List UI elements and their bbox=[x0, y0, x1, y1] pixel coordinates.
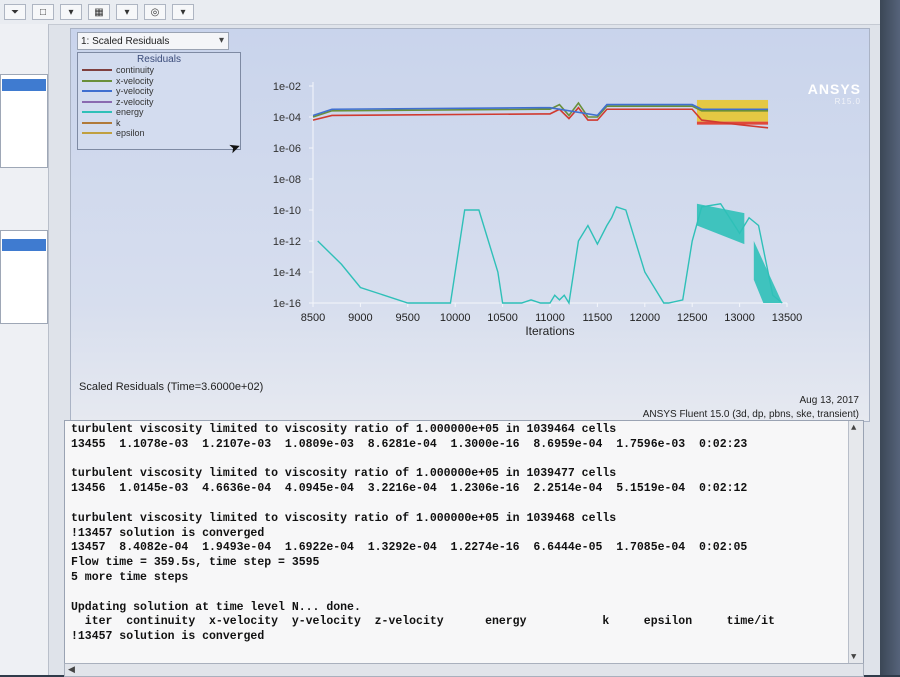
y-tick-label: 1e-16 bbox=[273, 298, 301, 310]
console-line: 13455 1.1078e-03 1.2107e-03 1.0809e-03 8… bbox=[71, 437, 748, 451]
chevron-down-icon[interactable]: ▾ bbox=[116, 4, 138, 20]
plot-product: ANSYS Fluent 15.0 (3d, dp, pbns, ske, tr… bbox=[642, 409, 859, 420]
y-tick-label: 1e-06 bbox=[273, 143, 301, 155]
legend-label: continuity bbox=[116, 65, 155, 76]
left-list-2-selected[interactable] bbox=[2, 239, 46, 251]
toolbar-button-2[interactable]: □ bbox=[32, 4, 54, 20]
legend-swatch bbox=[82, 90, 112, 93]
left-list-2[interactable] bbox=[0, 230, 48, 324]
chevron-down-icon[interactable]: ▾ bbox=[172, 4, 194, 20]
x-tick-label: 9000 bbox=[348, 312, 372, 324]
toolbar-button-1[interactable]: ⏷ bbox=[4, 4, 26, 20]
scroll-left-icon[interactable]: ◀ bbox=[68, 664, 75, 675]
console-line: 13457 8.4082e-04 1.9493e-04 1.6922e-04 1… bbox=[71, 541, 748, 555]
x-tick-label: 12500 bbox=[677, 312, 708, 324]
fluent-screen: ⏷ □ ▾ ▦ ▾ ◎ ▾ 1e-02 1e-04 1e-06 1e-08 1e-10 1… bbox=[0, 0, 884, 677]
legend-label: energy bbox=[116, 107, 144, 118]
graphics-window[interactable]: 1e-02 1e-04 1e-06 1e-08 1e-10 1e-12 1e-14 1e-16… bbox=[70, 28, 870, 422]
x-tick-label: 11000 bbox=[535, 312, 565, 324]
legend-label: x-velocity bbox=[116, 75, 154, 86]
x-tick-label: 9500 bbox=[396, 312, 420, 324]
x-tick-label: 13000 bbox=[724, 312, 755, 324]
console-line: !13457 solution is converged bbox=[71, 630, 265, 644]
chevron-down-icon[interactable]: ▾ bbox=[60, 4, 82, 20]
energy-dense-region bbox=[696, 203, 745, 245]
y-tick-label: 1e-14 bbox=[273, 267, 301, 279]
legend-label: epsilon bbox=[116, 128, 145, 139]
ansys-logo: ANSYS R15.0 bbox=[808, 81, 861, 106]
toolbar-button-3[interactable]: ▦ bbox=[88, 4, 110, 20]
x-axis-label: Iterations bbox=[525, 324, 574, 338]
console-line: 13456 1.0145e-03 4.6636e-04 4.0945e-04 3… bbox=[71, 482, 748, 496]
console-line: Flow time = 359.5s, time step = 3595 bbox=[71, 556, 320, 570]
toolbar: ⏷ □ ▾ ▦ ▾ ◎ ▾ bbox=[0, 0, 884, 25]
legend-swatch bbox=[82, 100, 112, 103]
legend-title: Residuals bbox=[137, 54, 181, 65]
legend-label: k bbox=[116, 117, 121, 128]
console-line: turbulent viscosity limited to viscosity… bbox=[71, 467, 617, 481]
left-list-1[interactable] bbox=[0, 74, 48, 168]
legend-swatch bbox=[82, 121, 112, 124]
console-line: turbulent viscosity limited to viscosity… bbox=[71, 423, 617, 436]
monitor-bezel bbox=[880, 0, 900, 675]
legend-swatch bbox=[82, 69, 112, 72]
console-line: iter continuity x-velocity y-velocity z-… bbox=[71, 615, 775, 629]
plot-date: Aug 13, 2017 bbox=[799, 395, 860, 406]
legend-label: y-velocity bbox=[116, 86, 154, 97]
legend-label: z-velocity bbox=[116, 96, 154, 107]
scroll-down-icon[interactable]: ▼ bbox=[851, 652, 856, 662]
left-panel bbox=[0, 24, 49, 675]
brand-version: R15.0 bbox=[834, 97, 861, 106]
left-list-1-selected[interactable] bbox=[2, 79, 46, 91]
y-tick-label: 1e-12 bbox=[273, 236, 301, 248]
x-tick-label: 10500 bbox=[487, 312, 518, 324]
console-output: turbulent viscosity limited to viscosity… bbox=[71, 423, 845, 645]
x-tick-label: 13500 bbox=[772, 312, 803, 324]
legend-entry-k: k bbox=[78, 118, 240, 129]
y-tick-label: 1e-08 bbox=[273, 174, 301, 186]
legend-entry-continuity: continuity bbox=[78, 65, 240, 76]
console-line: turbulent viscosity limited to viscosity… bbox=[71, 511, 617, 525]
scroll-up-icon[interactable]: ▲ bbox=[851, 423, 856, 433]
legend-swatch bbox=[82, 111, 112, 114]
plot-caption: Scaled Residuals (Time=3.6000e+02) bbox=[79, 381, 264, 393]
legend-entry-x-velocity: x-velocity bbox=[78, 76, 240, 87]
display-select[interactable]: 1: Scaled Residuals ▾ bbox=[77, 32, 229, 50]
brand-name: ANSYS bbox=[807, 81, 861, 97]
chevron-down-icon: ▾ bbox=[218, 35, 224, 46]
legend-entry-energy: energy bbox=[78, 107, 240, 118]
console-line: Updating solution at time level N... don… bbox=[71, 600, 361, 614]
legend-entry-y-velocity: y-velocity bbox=[78, 86, 240, 97]
y-tick-label: 1e-02 bbox=[273, 81, 301, 93]
legend-swatch bbox=[82, 79, 112, 82]
legend-swatch bbox=[82, 132, 112, 135]
toolbar-button-4[interactable]: ◎ bbox=[144, 4, 166, 20]
x-tick-label: 12000 bbox=[630, 312, 661, 324]
legend-entry-epsilon: epsilon bbox=[78, 128, 240, 139]
console-line: 5 more time steps bbox=[71, 570, 189, 584]
display-select-label: 1: Scaled Residuals bbox=[81, 35, 170, 47]
x-tick-label: 8500 bbox=[301, 312, 325, 324]
y-tick-label: 1e-04 bbox=[273, 112, 301, 124]
x-tick-label: 11500 bbox=[583, 312, 613, 324]
y-tick-label: 1e-10 bbox=[273, 205, 301, 217]
console-line: !13457 solution is converged bbox=[71, 526, 265, 540]
console-scrollbar[interactable]: ▲ ▼ bbox=[848, 421, 863, 664]
legend-entry-z-velocity: z-velocity bbox=[78, 97, 240, 108]
x-tick-label: 10000 bbox=[440, 312, 471, 324]
console-window[interactable]: turbulent viscosity limited to viscosity… bbox=[64, 420, 864, 665]
residuals-legend: Residuals continuity x-velocity y-veloci… bbox=[77, 52, 241, 150]
